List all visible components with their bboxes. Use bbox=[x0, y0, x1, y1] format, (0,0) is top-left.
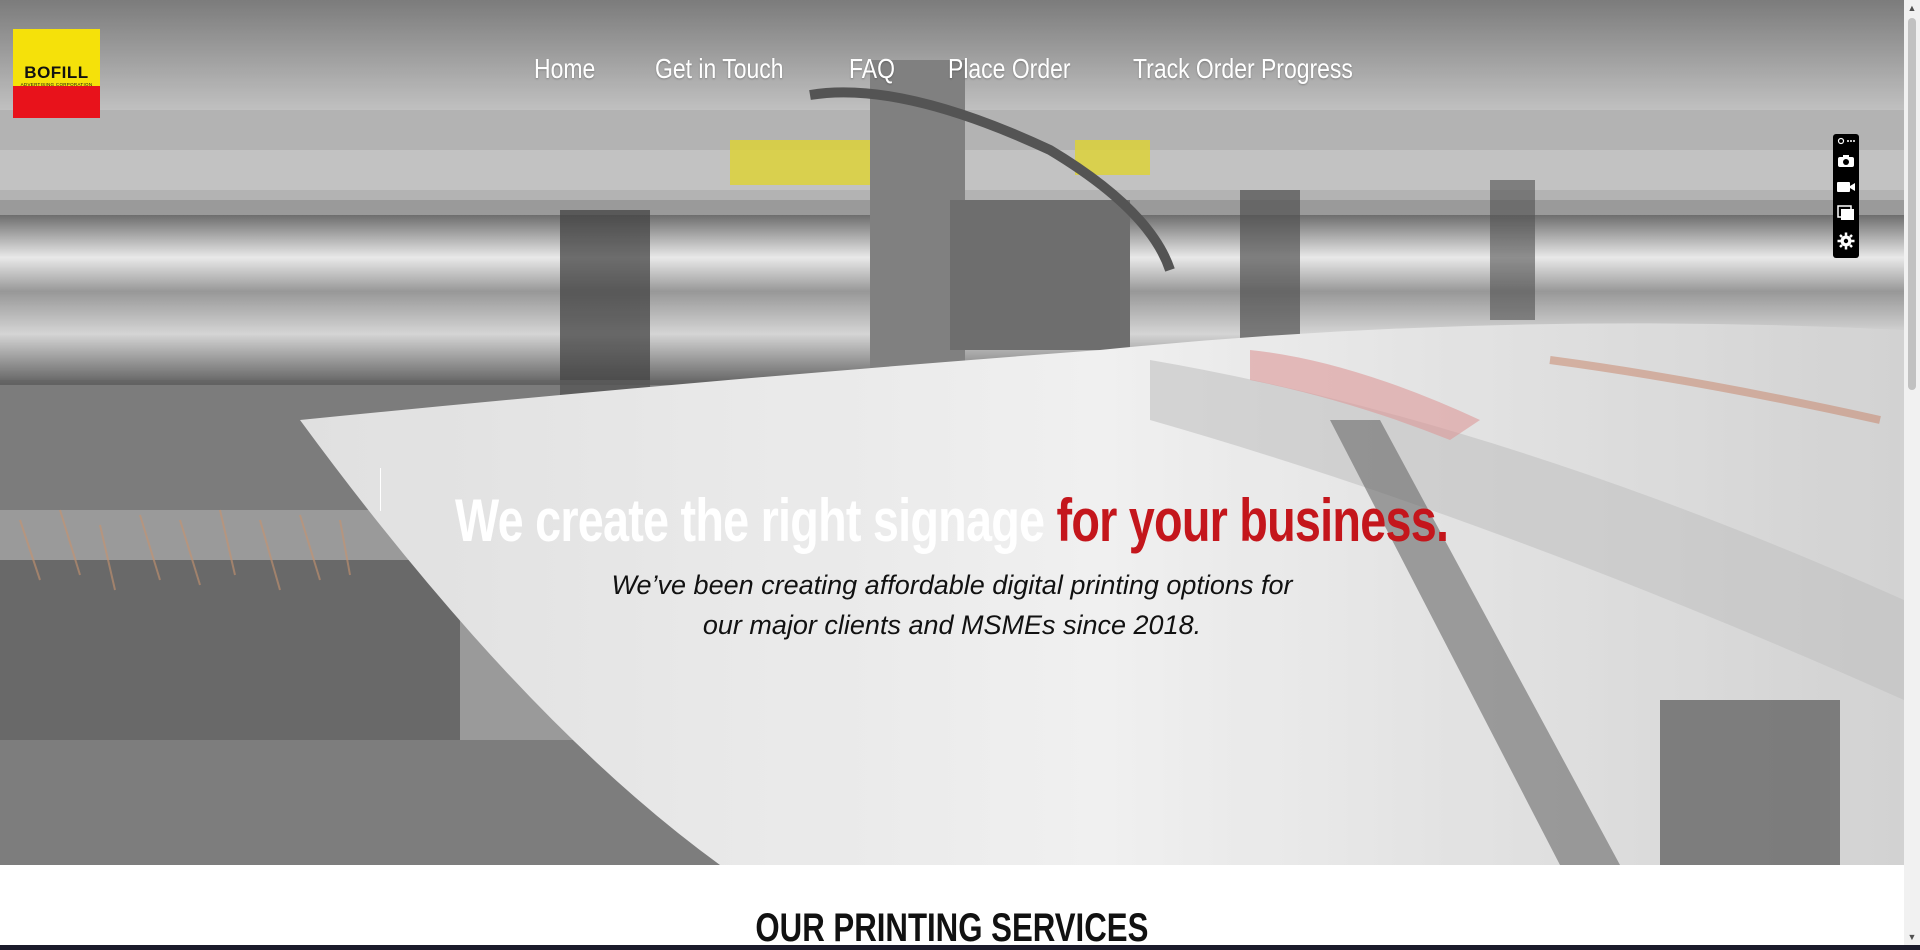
video-icon[interactable] bbox=[1833, 176, 1859, 198]
window-icon[interactable] bbox=[1833, 202, 1859, 224]
settings-icon[interactable] bbox=[1833, 230, 1859, 252]
main-nav: Home Get in Touch FAQ Place Order Track … bbox=[0, 53, 1904, 93]
camera-icon[interactable] bbox=[1833, 150, 1859, 172]
scrollbar-thumb[interactable] bbox=[1908, 18, 1916, 390]
nav-get-in-touch[interactable]: Get in Touch bbox=[655, 53, 783, 85]
page-scrollbar[interactable]: ▲ ▼ bbox=[1904, 0, 1920, 945]
link-more-icon[interactable] bbox=[1833, 134, 1859, 148]
nav-home[interactable]: Home bbox=[534, 53, 595, 85]
hero-section: BOFILL ADVERTISING CORPORATION Home Get … bbox=[0, 0, 1904, 865]
printing-press-background bbox=[0, 0, 1904, 865]
scroll-up-arrow-icon[interactable]: ▲ bbox=[1904, 0, 1920, 16]
scroll-down-arrow-icon[interactable]: ▼ bbox=[1904, 929, 1920, 945]
nav-faq[interactable]: FAQ bbox=[849, 53, 895, 85]
floating-capture-toolbar bbox=[1833, 134, 1859, 258]
headline-red-text: for your business. bbox=[1056, 487, 1449, 554]
nav-place-order[interactable]: Place Order bbox=[948, 53, 1071, 85]
services-section-title: OUR PRINTING SERVICES bbox=[755, 906, 1149, 945]
nav-track-order-progress[interactable]: Track Order Progress bbox=[1133, 53, 1353, 85]
headline-white-text: We create the right signage bbox=[455, 487, 1057, 554]
window-bottom-edge bbox=[0, 945, 1920, 950]
hero-subtitle-line-1: We’ve been creating affordable digital p… bbox=[611, 570, 1293, 600]
page-viewport: BOFILL ADVERTISING CORPORATION Home Get … bbox=[0, 0, 1904, 945]
hero-subtitle-line-2: our major clients and MSMEs since 2018. bbox=[702, 610, 1202, 640]
hero-headline: We create the right signage for your bus… bbox=[0, 486, 1904, 555]
